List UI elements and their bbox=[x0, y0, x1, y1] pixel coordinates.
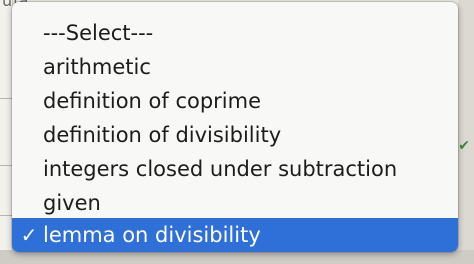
option-label: ---Select--- bbox=[43, 21, 154, 45]
option-lemma-on-divisibility[interactable]: ✓ lemma on divisibility bbox=[12, 218, 458, 252]
option-given[interactable]: given bbox=[12, 186, 458, 220]
option-label: lemma on divisibility bbox=[43, 223, 261, 247]
screen: ula ✔ ---Select--- arithmetic definition… bbox=[0, 0, 474, 264]
checkmark-icon: ✔ bbox=[458, 138, 470, 154]
background-page-bottom bbox=[0, 250, 474, 264]
check-icon: ✓ bbox=[20, 223, 38, 247]
option-definition-of-coprime[interactable]: definition of coprime bbox=[12, 84, 458, 118]
option-label: definition of divisibility bbox=[43, 123, 282, 147]
option-label: definition of coprime bbox=[43, 89, 262, 113]
option-label: arithmetic bbox=[43, 55, 151, 79]
select-dropdown-menu[interactable]: ---Select--- arithmetic definition of co… bbox=[12, 2, 458, 252]
option-integers-closed-under-subtraction[interactable]: integers closed under subtraction bbox=[12, 152, 458, 186]
option-definition-of-divisibility[interactable]: definition of divisibility bbox=[12, 118, 458, 152]
divider bbox=[0, 215, 12, 216]
divider bbox=[0, 165, 12, 166]
option-arithmetic[interactable]: arithmetic bbox=[12, 50, 458, 84]
divider bbox=[0, 98, 12, 99]
option-label: integers closed under subtraction bbox=[43, 157, 398, 181]
background-page-right-edge: ✔ bbox=[458, 0, 474, 264]
option-label: given bbox=[43, 191, 101, 215]
option-select-placeholder[interactable]: ---Select--- bbox=[12, 16, 458, 50]
